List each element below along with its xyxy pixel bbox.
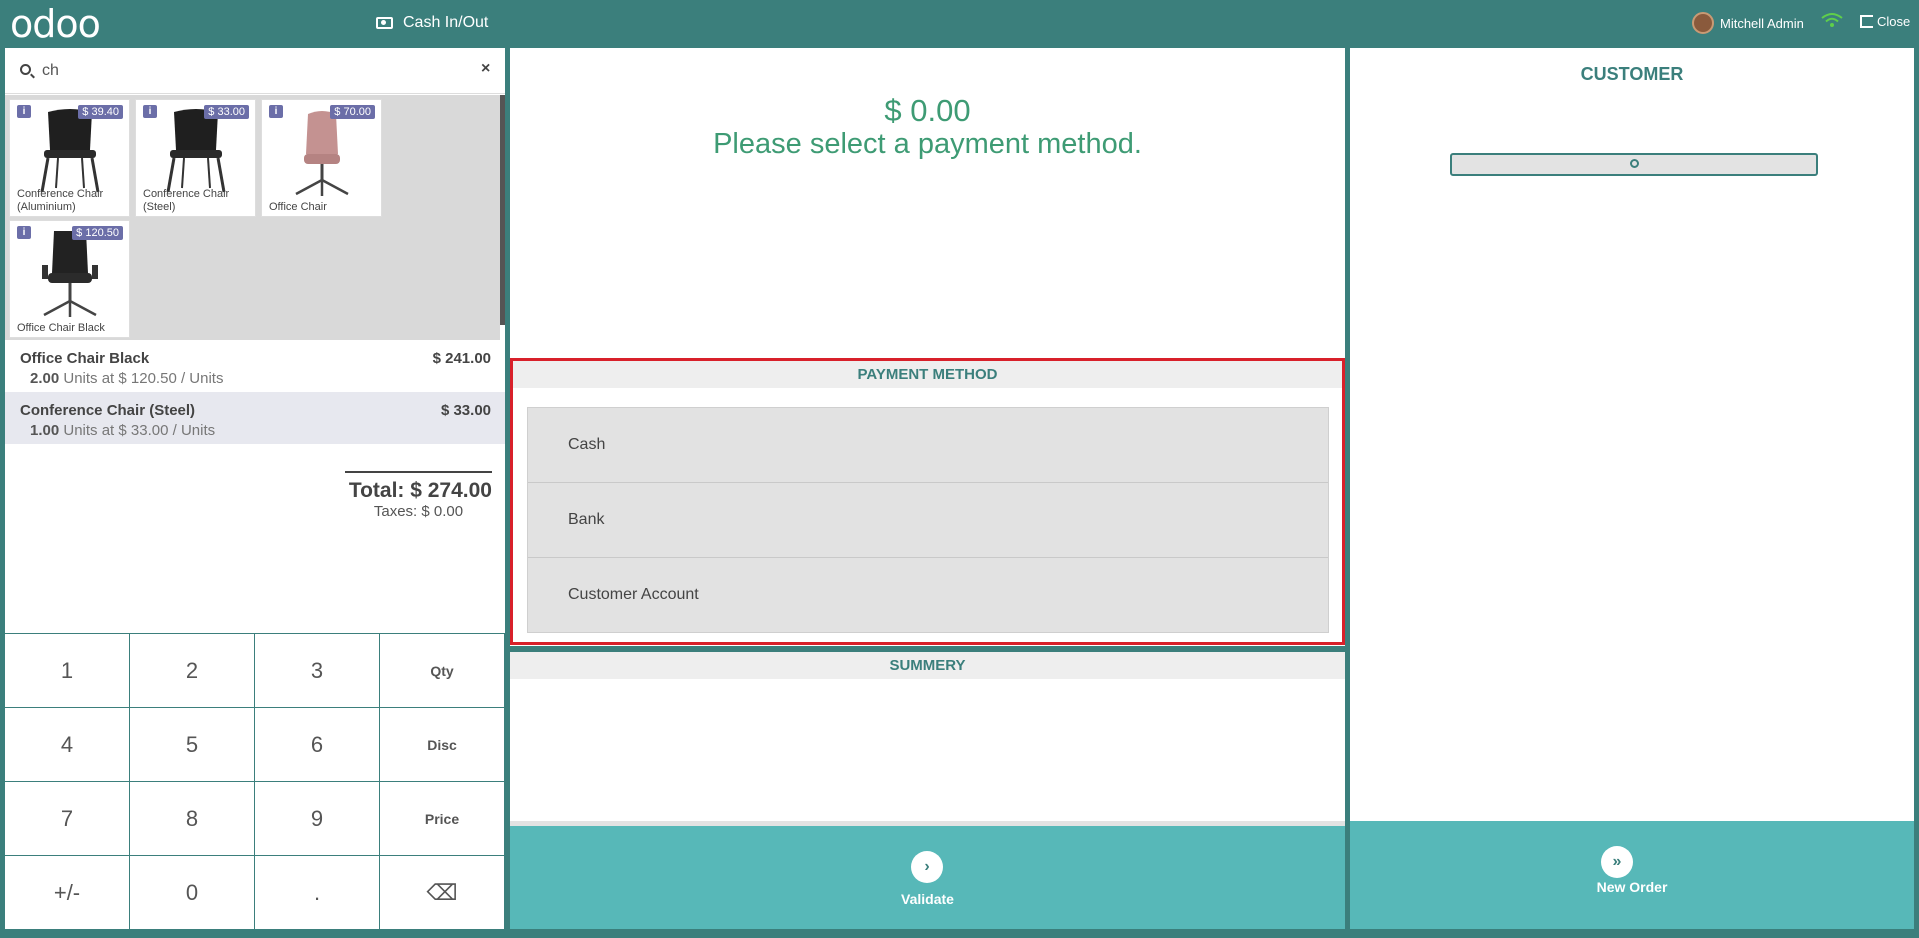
order-line-price: $ 33.00: [440, 402, 491, 419]
order-line-detail: 1.00 Units at $ 33.00 / Units: [30, 422, 491, 439]
customer-search-input[interactable]: [1450, 153, 1818, 176]
numpad-key-8[interactable]: 8: [130, 782, 255, 856]
payment-prompt: Please select a payment method.: [713, 128, 1142, 160]
numpad-key-0[interactable]: 0: [130, 856, 255, 930]
numpad-qty-button[interactable]: Qty: [380, 634, 505, 708]
product-name: Conference Chair (Steel): [143, 188, 230, 213]
numpad-key-3[interactable]: 3: [255, 634, 380, 708]
new-order-label: New Order: [1596, 879, 1668, 895]
order-line-price: $ 241.00: [432, 350, 491, 367]
numpad-decimal-button[interactable]: .: [255, 856, 380, 930]
product-price: $ 33.00: [204, 105, 249, 119]
payment-pane: $ 0.00 Please select a payment method. P…: [510, 48, 1345, 929]
product-price: $ 39.40: [78, 105, 123, 119]
info-icon[interactable]: i: [143, 105, 157, 118]
numpad-key-9[interactable]: 9: [255, 782, 380, 856]
validate-label: Validate: [901, 891, 954, 907]
order-line-unit-info: Units at $ 120.50 / Units: [63, 370, 224, 387]
order-line-detail: 2.00 Units at $ 120.50 / Units: [30, 370, 491, 387]
product-card[interactable]: i $ 33.00 Conference Chair (Steel): [135, 99, 256, 217]
product-card[interactable]: i $ 120.50 Office Chair Black: [9, 220, 130, 338]
order-line-name: Conference Chair (Steel): [20, 402, 196, 419]
order-totals: Total: $ 274.00 Taxes: $ 0.00: [345, 471, 492, 520]
payment-method-list: Cash Bank Customer Account: [527, 407, 1329, 633]
payment-amount: $ 0.00: [884, 93, 971, 128]
numpad-key-2[interactable]: 2: [130, 634, 255, 708]
numpad-price-button[interactable]: Price: [380, 782, 505, 856]
order-line-selected[interactable]: Conference Chair (Steel) $ 33.00 1.00 Un…: [5, 392, 505, 444]
info-icon[interactable]: i: [17, 105, 31, 118]
numpad-key-7[interactable]: 7: [5, 782, 130, 856]
order-line-qty: 2.00: [30, 370, 60, 387]
product-scrollbar[interactable]: [500, 95, 505, 325]
close-label: Close: [1877, 14, 1911, 29]
product-price: $ 120.50: [72, 226, 123, 240]
info-icon[interactable]: i: [269, 105, 283, 118]
order-taxes: Taxes: $ 0.00: [373, 503, 464, 520]
clear-search-icon[interactable]: ×: [481, 60, 490, 78]
numpad: 1 2 3 Qty 4 5 6 Disc 7 8 9 Price +/- 0 .…: [5, 633, 505, 930]
customer-title: CUSTOMER: [1580, 64, 1684, 84]
chevron-right-icon: ›: [911, 851, 943, 883]
order-pane: × i $ 39.40 Conference Chair (Aluminium): [5, 48, 505, 930]
search-input[interactable]: [42, 57, 462, 85]
user-menu[interactable]: Mitchell Admin: [1692, 12, 1804, 34]
numpad-key-5[interactable]: 5: [130, 708, 255, 782]
order-line-unit-info: Units at $ 33.00 / Units: [63, 422, 216, 439]
summary-header: SUMMERY: [510, 652, 1345, 679]
product-name: Office Chair Black: [17, 322, 105, 334]
info-icon[interactable]: i: [17, 226, 31, 239]
numpad-key-4[interactable]: 4: [5, 708, 130, 782]
double-chevron-right-icon: »: [1601, 846, 1633, 878]
close-button[interactable]: Close: [1860, 14, 1910, 29]
search-icon: [1630, 159, 1639, 168]
payment-method-cash[interactable]: Cash: [528, 408, 1328, 483]
payment-method-header: PAYMENT METHOD: [513, 361, 1342, 388]
product-image: [42, 231, 98, 317]
payment-method-bank[interactable]: Bank: [528, 483, 1328, 558]
order-line-qty: 1.00: [30, 422, 60, 439]
cash-in-out-button[interactable]: Cash In/Out: [376, 14, 488, 32]
product-search-bar: ×: [5, 48, 505, 94]
payment-method-customer-account[interactable]: Customer Account: [528, 558, 1328, 633]
backspace-icon[interactable]: ⌫: [380, 856, 505, 930]
sign-out-icon: [1860, 15, 1873, 28]
product-card[interactable]: i $ 70.00 Office Chair: [261, 99, 382, 217]
product-price: $ 70.00: [330, 105, 375, 119]
product-image: [295, 111, 349, 196]
product-image: [166, 109, 226, 193]
product-name: Office Chair: [269, 201, 327, 213]
product-image: [40, 109, 100, 193]
avatar: [1692, 12, 1714, 34]
order-total: Total: $ 274.00: [348, 479, 492, 502]
payment-method-section: PAYMENT METHOD Cash Bank Customer Accoun…: [510, 358, 1345, 645]
search-icon: [20, 64, 31, 75]
order-line-name: Office Chair Black: [20, 350, 150, 367]
wifi-icon: [1821, 13, 1843, 27]
cash-in-out-label: Cash In/Out: [403, 14, 489, 31]
numpad-key-6[interactable]: 6: [255, 708, 380, 782]
user-name: Mitchell Admin: [1720, 15, 1804, 31]
numpad-sign-button[interactable]: +/-: [5, 856, 130, 930]
new-order-button[interactable]: » New Order: [1350, 821, 1914, 929]
order-line[interactable]: Office Chair Black $ 241.00 2.00 Units a…: [5, 340, 505, 392]
product-name: Conference Chair (Aluminium): [17, 188, 104, 213]
product-card[interactable]: i $ 39.40 Conference Chair (Aluminium): [9, 99, 130, 217]
numpad-key-1[interactable]: 1: [5, 634, 130, 708]
customer-pane: CUSTOMER » New Order: [1350, 48, 1914, 929]
product-grid: i $ 39.40 Conference Chair (Aluminium) i…: [5, 95, 500, 340]
odoo-logo: odoo: [10, 2, 101, 46]
numpad-disc-button[interactable]: Disc: [380, 708, 505, 782]
top-bar: odoo Cash In/Out Mitchell Admin Close: [0, 0, 1919, 47]
money-icon: [376, 17, 393, 29]
validate-button[interactable]: › Validate: [510, 821, 1345, 929]
